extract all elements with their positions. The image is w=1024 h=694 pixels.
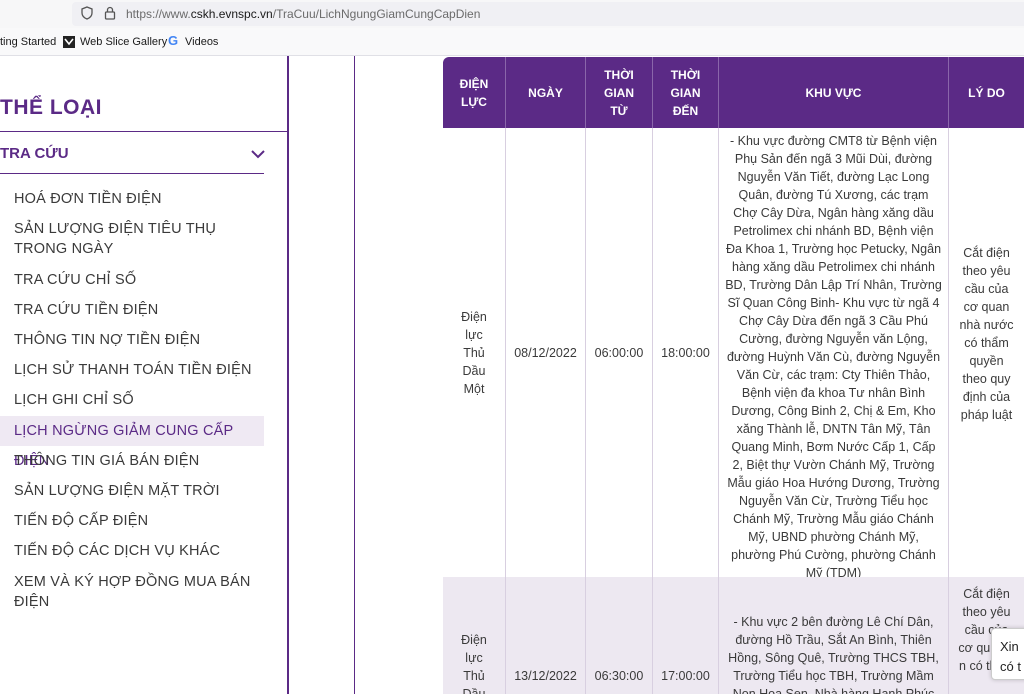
header-dien-luc: ĐIỆN LỰC [443,57,506,128]
category-title: THỂ LOẠI [0,96,102,119]
chevron-down-icon[interactable] [250,148,266,160]
chat-popup-line: có t [1000,659,1021,674]
sidebar-item[interactable]: TIẾN ĐỘ CẤP ĐIỆN [0,511,264,531]
bookmarks-bar: ting Started Web Slice Gallery G Videos [0,28,1024,56]
sidebar-item[interactable]: XEM VÀ KÝ HỢP ĐỒNG MUA BÁN ĐIỆN [0,572,264,612]
header-ly-do: LÝ DO [968,85,1005,100]
cell-ngay: 08/12/2022 [506,128,586,577]
sidebar-item[interactable]: HOÁ ĐƠN TIỀN ĐIỆN [0,189,264,209]
browser-address-bar: https://www.cskh.evnspc.vn/TraCuu/LichNg… [0,0,1024,28]
google-icon: G [168,33,179,48]
shield-icon[interactable] [80,6,94,20]
cell-den: 17:00:00 [653,577,719,694]
sidebar-item[interactable]: THÔNG TIN GIÁ BÁN ĐIỆN [0,451,264,471]
cell-ngay: 13/12/2022 [506,577,586,694]
header-ngay: NGÀY [506,57,586,128]
bookmark-web-slice-gallery[interactable]: Web Slice Gallery [80,36,167,48]
sidebar-item[interactable]: TRA CỨU TIỀN ĐIỆN [0,300,264,320]
outage-table: ĐIỆN LỰC NGÀY THỜI GIAN TỪ THỜI GIAN ĐẾN… [443,57,1024,694]
chat-popup-line: Xin [1000,639,1019,654]
sidebar-item[interactable]: LỊCH SỬ THANH TOÁN TIỀN ĐIỆN [0,360,264,380]
cell-dien-luc: Điện lực Thủ Dầu [443,577,506,694]
lock-icon[interactable] [104,6,116,20]
cell-ly-do: Cắt điện theo yêu cầu của cơ quan nhà nư… [959,245,1014,422]
sidebar-item[interactable]: TRA CỨU CHỈ SỐ [0,270,264,290]
sidebar-item-active[interactable]: LỊCH NGỪNG GIẢM CUNG CẤP ĐIỆN [0,416,264,469]
sidebar: THỂ LOẠI TRA CỨU HOÁ ĐƠN TIỀN ĐIỆN SẢN L… [0,56,289,694]
web-slice-icon [63,36,75,48]
bookmark-videos[interactable]: Videos [185,36,218,48]
sidebar-item[interactable]: THÔNG TIN NỢ TIỀN ĐIỆN [0,330,264,350]
cell-tu: 06:00:00 [586,128,653,577]
header-khu-vuc: KHU VỰC [719,57,949,128]
cell-dien-luc: Điện lực Thủ Dầu Một [443,128,506,577]
divider [0,131,287,132]
url-text: https://www.cskh.evnspc.vn/TraCuu/LichNg… [126,7,481,21]
url-field[interactable]: https://www.cskh.evnspc.vn/TraCuu/LichNg… [72,2,1024,26]
table-row: Điện lực Thủ Dầu Một 08/12/2022 06:00:00… [443,128,1024,580]
sidebar-item[interactable]: SẢN LƯỢNG ĐIỆN MẶT TRỜI [0,481,264,501]
cell-den: 18:00:00 [653,128,719,577]
cell-tu: 06:30:00 [586,577,653,694]
cell-khu-vuc: - Khu vực đường CMT8 từ Bệnh viện Phụ Sả… [719,128,949,580]
table-header: ĐIỆN LỰC NGÀY THỜI GIAN TỪ THỜI GIAN ĐẾN… [443,57,1024,128]
bookmark-getting-started[interactable]: ting Started [0,36,56,48]
sidebar-item[interactable]: LỊCH GHI CHỈ SỐ [0,390,264,410]
header-tu: THỜI GIAN TỪ [586,57,653,128]
divider [0,173,264,174]
cell-khu-vuc: - Khu vực 2 bên đường Lê Chí Dân, đường … [719,577,949,694]
header-den: THỜI GIAN ĐẾN [653,57,719,128]
chat-popup[interactable]: Xin có t [991,628,1024,680]
column-divider [354,56,355,694]
section-title-tra-cuu[interactable]: TRA CỨU [0,145,69,162]
sidebar-item[interactable]: TIẾN ĐỘ CÁC DỊCH VỤ KHÁC [0,541,264,561]
sidebar-item[interactable]: SẢN LƯỢNG ĐIỆN TIÊU THỤ TRONG NGÀY [0,219,264,259]
table-row: Điện lực Thủ Dầu 13/12/2022 06:30:00 17:… [443,577,1024,694]
